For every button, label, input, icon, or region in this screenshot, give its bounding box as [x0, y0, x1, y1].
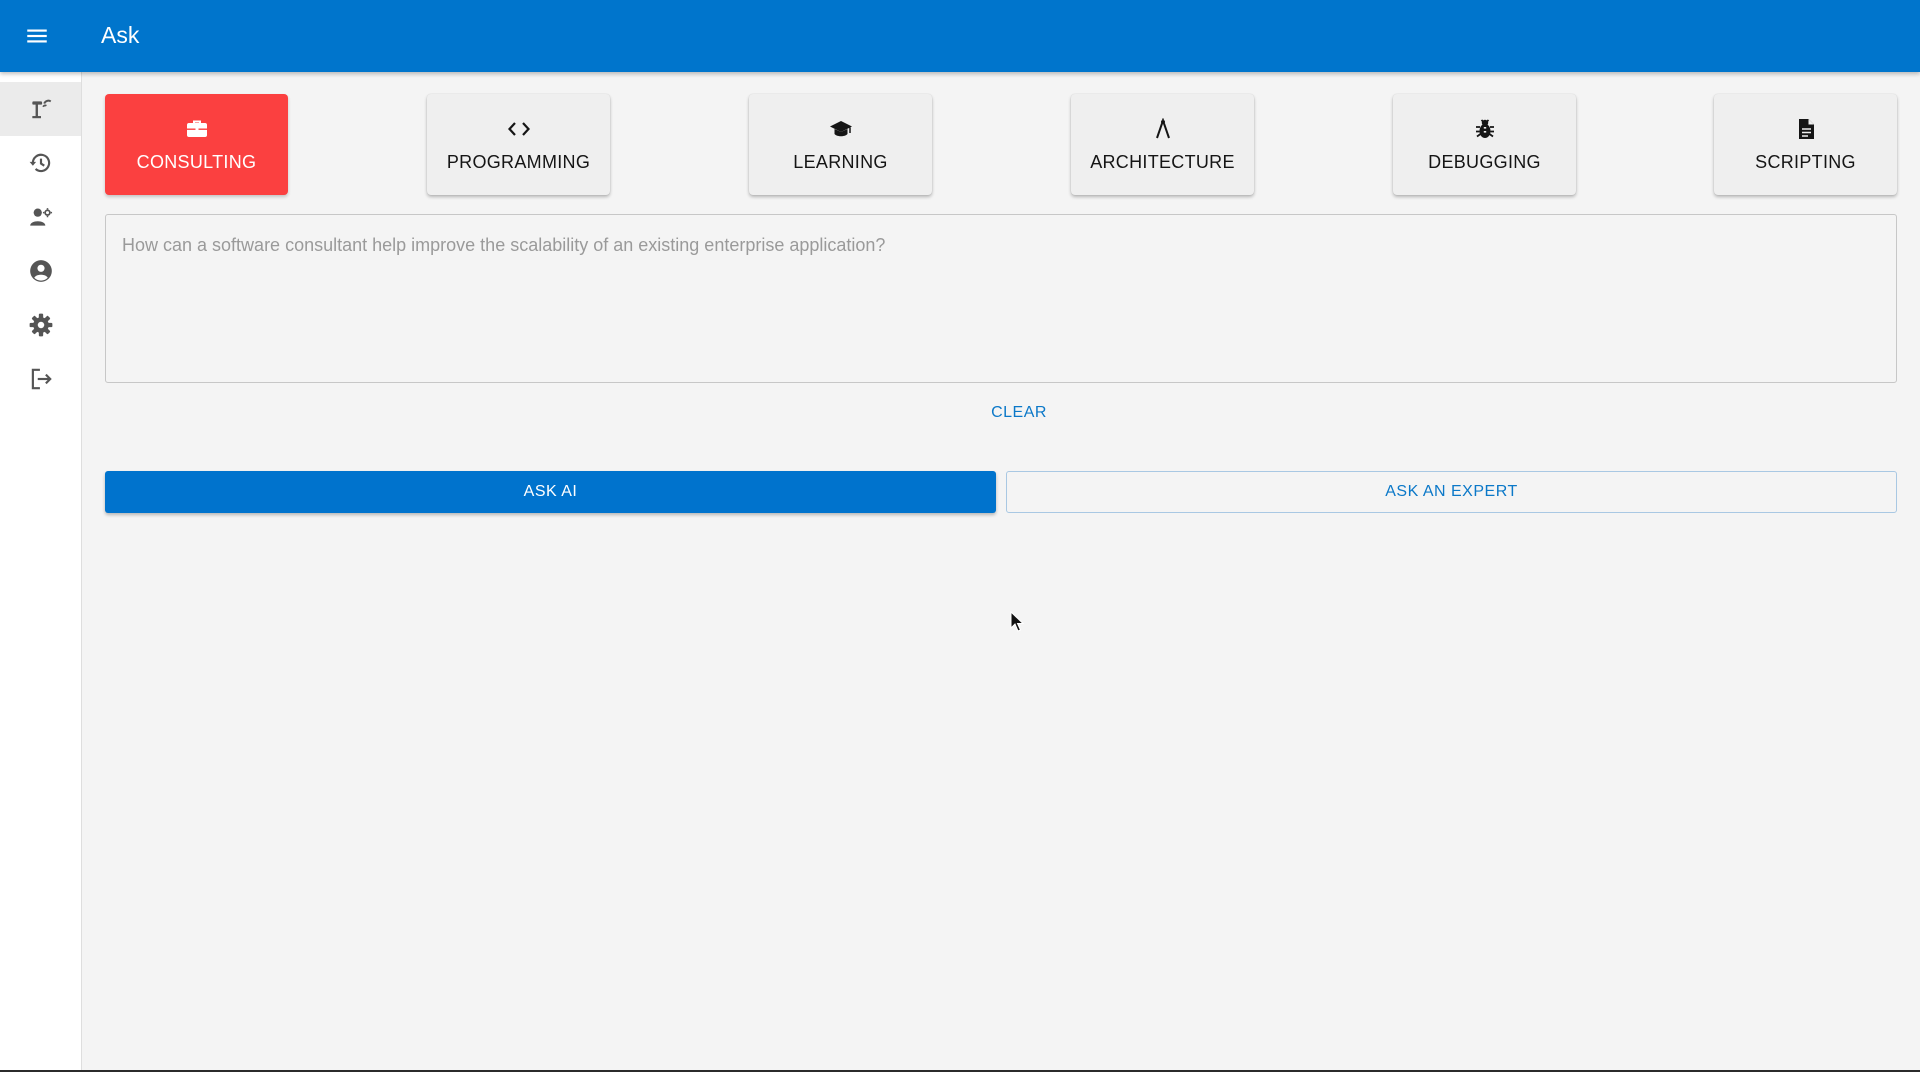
question-input[interactable] — [106, 215, 1896, 382]
hamburger-menu-icon — [27, 29, 47, 43]
sidebar-item-settings[interactable] — [0, 298, 81, 352]
sidebar-item-ask[interactable] — [0, 82, 81, 136]
category-label: CONSULTING — [136, 151, 257, 172]
compass-icon — [1155, 118, 1170, 138]
experts-icon — [29, 208, 52, 226]
category-learning-button[interactable]: LEARNING — [749, 94, 932, 195]
category-architecture-button[interactable]: ARCHITECTURE — [1071, 94, 1254, 195]
sidebar-item-experts[interactable] — [0, 190, 81, 244]
category-label: LEARNING — [793, 151, 888, 172]
question-box — [105, 214, 1897, 383]
category-label: ARCHITECTURE — [1090, 151, 1235, 172]
logout-icon — [31, 368, 52, 390]
history-icon — [29, 153, 50, 173]
category-consulting-button[interactable]: CONSULTING — [105, 94, 288, 195]
account-icon — [29, 260, 52, 282]
sidebar-item-history[interactable] — [0, 136, 81, 190]
category-programming-button[interactable]: PROGRAMMING — [427, 94, 610, 195]
category-debugging-button[interactable]: DEBUGGING — [1393, 94, 1576, 195]
clear-button[interactable]: CLEAR — [959, 395, 1079, 431]
ask-expert-button[interactable]: ASK AN EXPERT — [1006, 471, 1897, 513]
page-title: Ask — [101, 22, 140, 48]
menu-button[interactable] — [18, 17, 56, 55]
graduation-cap-icon — [829, 120, 852, 136]
ask-ai-button[interactable]: ASK AI — [105, 471, 996, 513]
main-content: CONSULTING PROGRAMMING LEARNING ARCHITEC… — [82, 72, 1920, 1072]
settings-icon — [29, 313, 52, 337]
ask-icon — [31, 99, 51, 119]
category-label: SCRIPTING — [1755, 151, 1856, 172]
briefcase-icon — [186, 120, 207, 137]
sidebar-item-account[interactable] — [0, 244, 81, 298]
mouse-cursor-icon — [1010, 611, 1024, 632]
code-icon — [507, 121, 530, 136]
bug-icon — [1475, 118, 1494, 138]
category-label: PROGRAMMING — [446, 151, 591, 172]
document-icon — [1798, 118, 1814, 139]
app-bar: Ask — [0, 0, 1920, 72]
sidebar — [0, 72, 82, 1072]
category-label: DEBUGGING — [1428, 151, 1541, 172]
sidebar-item-logout[interactable] — [0, 352, 81, 406]
category-scripting-button[interactable]: SCRIPTING — [1714, 94, 1897, 195]
